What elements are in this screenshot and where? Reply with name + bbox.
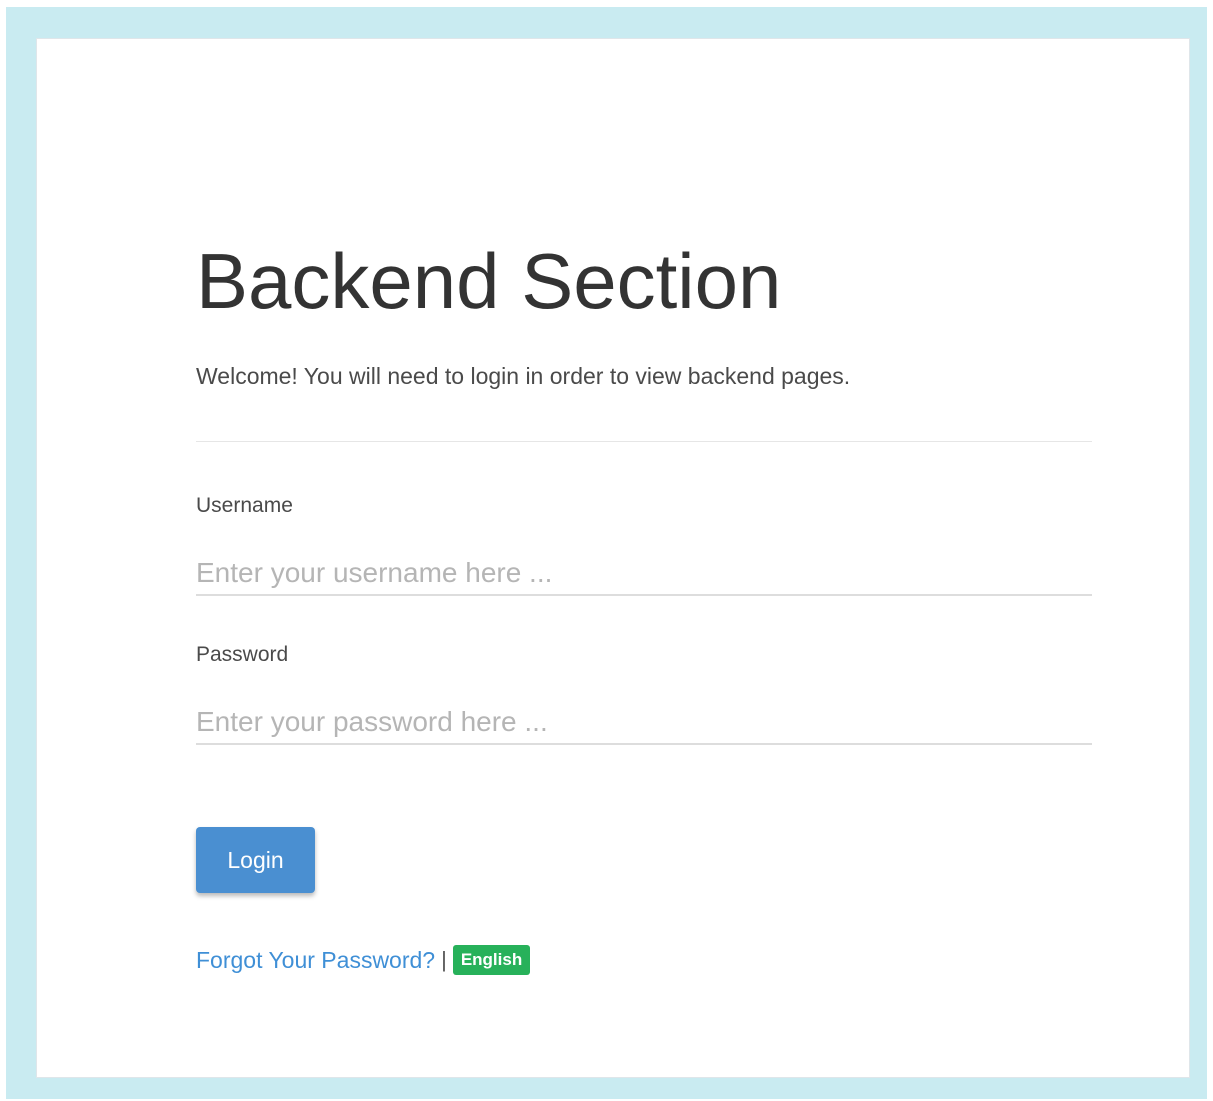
welcome-message: Welcome! You will need to login in order…: [196, 363, 851, 389]
login-panel: Backend Section Welcome! You will need t…: [36, 38, 1190, 1078]
page-frame: Backend Section Welcome! You will need t…: [6, 7, 1207, 1099]
username-input[interactable]: [196, 552, 1092, 596]
password-label: Password: [196, 643, 289, 666]
password-input[interactable]: [196, 701, 1092, 745]
login-button[interactable]: Login: [196, 827, 315, 893]
language-badge[interactable]: English: [452, 945, 531, 975]
link-separator: |: [441, 947, 447, 972]
footer-links: Forgot Your Password? | English: [196, 942, 531, 978]
divider: [196, 441, 1092, 442]
forgot-password-link[interactable]: Forgot Your Password?: [196, 947, 435, 974]
page-title: Backend Section: [196, 237, 782, 325]
username-label: Username: [196, 494, 293, 517]
